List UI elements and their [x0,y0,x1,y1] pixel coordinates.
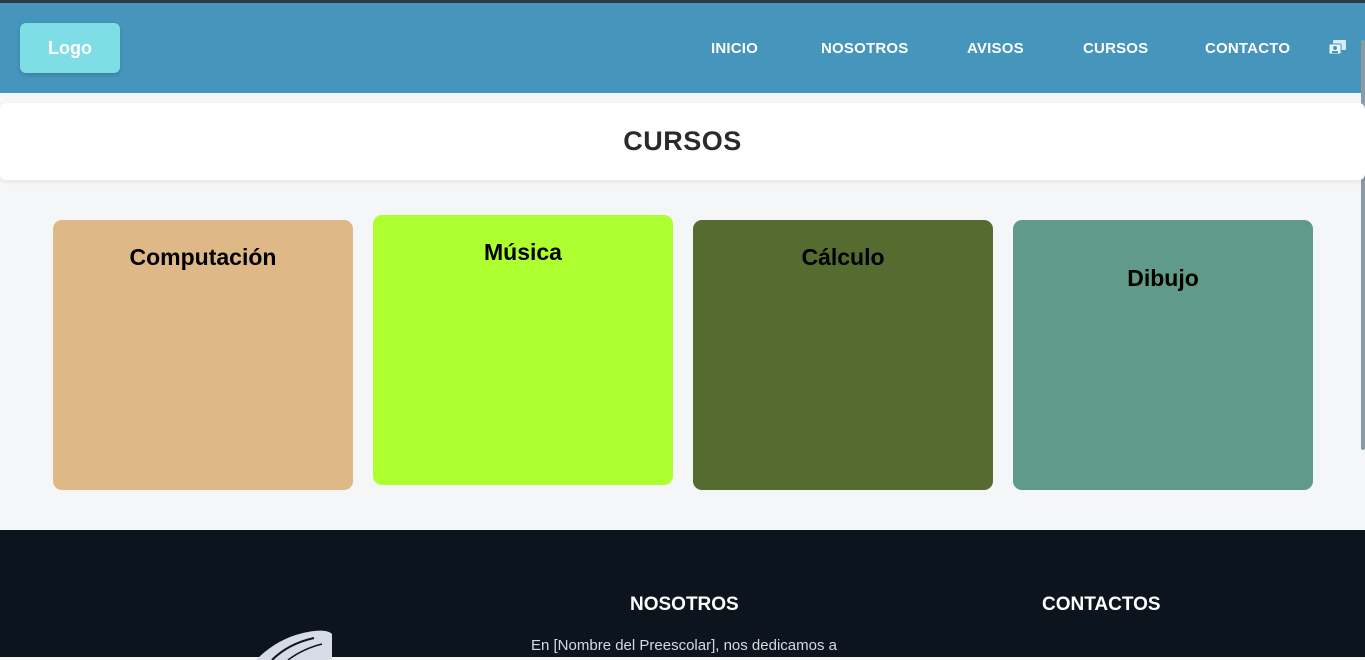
section-title-bar: CURSOS [0,103,1365,180]
course-name: Computación [129,244,277,270]
feather-logo-icon [252,628,334,660]
footer-nosotros-text: En [Nombre del Preescolar], nos dedicamo… [531,637,837,654]
footer: NOSOTROS En [Nombre del Preescolar], nos… [0,530,1365,660]
user-card-icon[interactable] [1328,39,1348,55]
nav-link-nosotros[interactable]: NOSOTROS [821,40,908,57]
nav-link-avisos[interactable]: AVISOS [967,40,1024,57]
nav-link-cursos[interactable]: CURSOS [1083,40,1148,57]
nav-link-contacto[interactable]: CONTACTO [1205,40,1290,57]
footer-heading-nosotros: NOSOTROS [630,594,739,615]
course-name: Cálculo [801,244,885,270]
nav-link-inicio[interactable]: INICIO [711,40,758,57]
course-card-computacion[interactable]: Computación [53,220,353,490]
course-card-musica[interactable]: Música [373,215,673,485]
navbar: Logo INICIO NOSOTROS AVISOS CURSOS CONTA… [0,3,1365,93]
footer-heading-contactos: CONTACTOS [1042,594,1161,615]
scrollbar[interactable] [1361,40,1365,450]
logo-button[interactable]: Logo [20,23,120,73]
course-name: Música [484,239,562,265]
course-card-dibujo[interactable]: Dibujo [1013,220,1313,490]
page-title: CURSOS [623,126,742,156]
course-name: Dibujo [1127,265,1199,291]
course-card-calculo[interactable]: Cálculo [693,220,993,490]
